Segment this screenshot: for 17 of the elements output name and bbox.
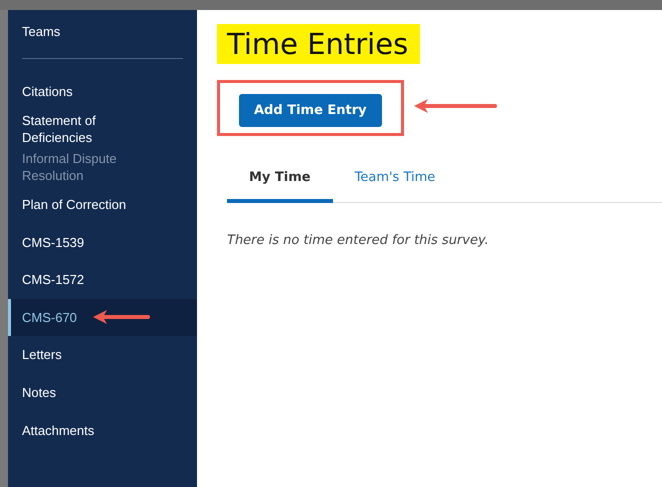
sidebar-item[interactable]: CMS-1572 (8, 260, 197, 299)
sidebar-header: Teams (21, 24, 62, 41)
arrow-icon (90, 309, 151, 326)
empty-message: There is no time entered for this survey. (227, 233, 490, 248)
sidebar-item[interactable]: Letters (8, 336, 197, 374)
sidebar-item[interactable]: CMS-670 (8, 298, 197, 336)
sidebar-item[interactable]: Notes (8, 374, 197, 412)
tab[interactable]: Team's Time (332, 158, 458, 203)
sidebar-item[interactable]: Statement of Deficiencies (8, 110, 197, 148)
sidebar-item[interactable]: CMS-1539 (8, 223, 197, 261)
arrow-icon (412, 98, 498, 114)
add-time-entry-button[interactable]: Add Time Entry (239, 94, 382, 127)
sidebar-item[interactable]: Citations (8, 73, 197, 111)
sidebar-item[interactable]: Attachments (8, 411, 197, 449)
sidebar-item[interactable]: Plan of Correction (8, 186, 197, 224)
page-title: Time Entries (217, 24, 420, 64)
tab[interactable]: My Time (227, 158, 333, 203)
